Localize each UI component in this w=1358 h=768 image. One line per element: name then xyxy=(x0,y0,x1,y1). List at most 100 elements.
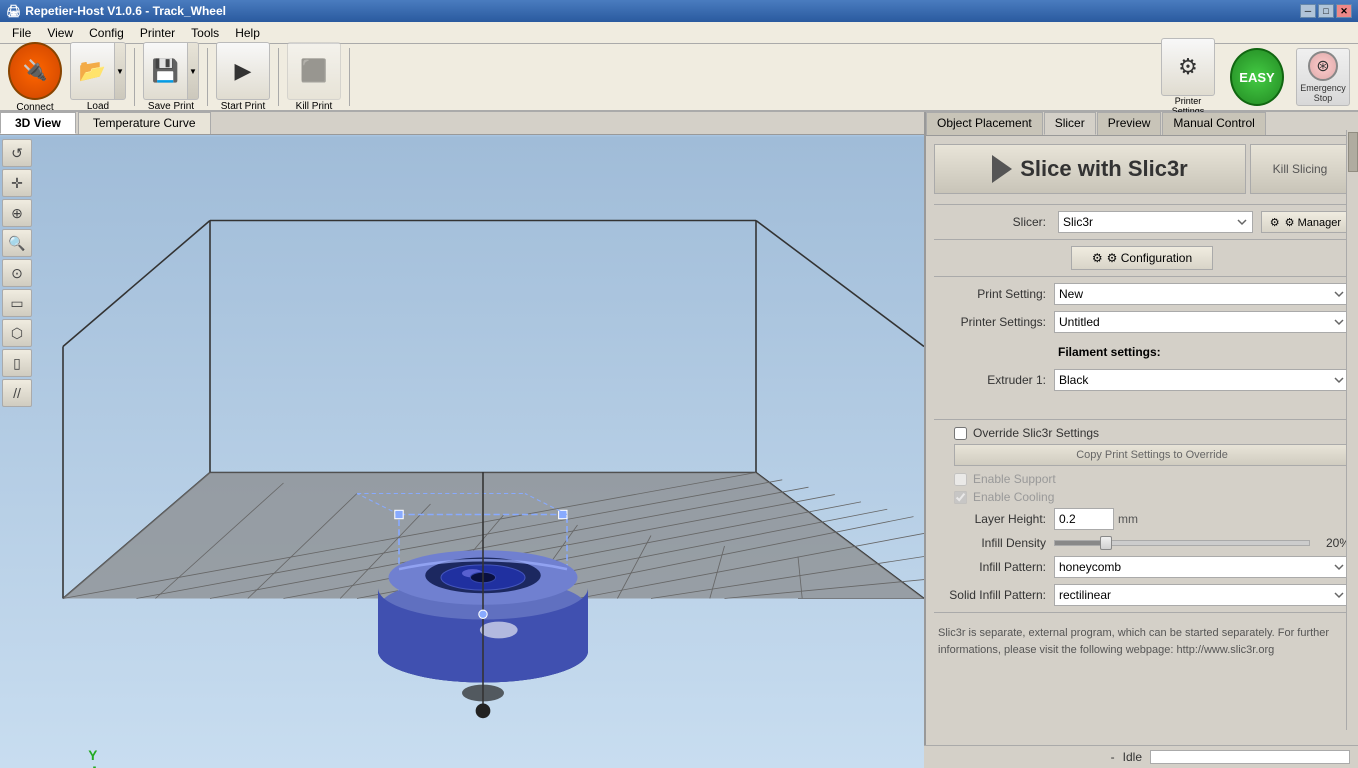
extruder1-select[interactable]: Black xyxy=(1054,369,1350,391)
spacer-1 xyxy=(934,397,1350,413)
slicer-row: Slicer: Slic3r ⚙ ⚙ Manager xyxy=(934,211,1350,233)
divider-1 xyxy=(934,204,1350,205)
enable-cooling-row: Enable Cooling xyxy=(934,490,1350,504)
divider-2 xyxy=(934,239,1350,240)
layer-height-label: Layer Height: xyxy=(934,512,1054,526)
viewport[interactable]: X Y Z xyxy=(0,135,924,768)
solid-infill-select[interactable]: rectilinear concentric xyxy=(1054,584,1350,606)
right-tabs: Object Placement Slicer Preview Manual C… xyxy=(926,112,1358,136)
connect-icon: 🔌 xyxy=(23,58,48,83)
slice-button-area: Slice with Slic3r Kill Slicing xyxy=(934,144,1350,194)
slicer-select[interactable]: Slic3r xyxy=(1058,211,1253,233)
tab-object-placement[interactable]: Object Placement xyxy=(926,112,1043,135)
close-button[interactable]: ✕ xyxy=(1336,4,1352,18)
tab-3d-view[interactable]: 3D View xyxy=(0,112,76,134)
connect-button[interactable]: 🔌 xyxy=(8,42,62,100)
printer-settings-button[interactable]: ⚙ xyxy=(1161,38,1215,96)
print-setting-row: Print Setting: New xyxy=(934,283,1350,305)
slicer-label: Slicer: xyxy=(934,215,1054,229)
load-group: 📂 ▼ Load xyxy=(70,48,135,106)
emergency-stop-button[interactable]: ⊛ Emergency Stop xyxy=(1296,48,1350,106)
enable-support-label[interactable]: Enable Support xyxy=(973,472,1056,486)
start-group: ▶ Start Print xyxy=(216,48,279,106)
status-right-text: Idle xyxy=(1123,750,1142,764)
reset-view-button[interactable]: ↺ xyxy=(2,139,32,167)
infill-density-slider[interactable] xyxy=(1054,540,1310,546)
configuration-button[interactable]: ⚙ ⚙ Configuration xyxy=(1071,246,1213,270)
gear-icon: ⚙ xyxy=(1270,216,1280,229)
view-tabs: 3D View Temperature Curve xyxy=(0,112,924,135)
infill-pattern-select[interactable]: honeycomb rectilinear concentric xyxy=(1054,556,1350,578)
rotate-tool-button[interactable]: ⊕ xyxy=(2,199,32,227)
window-title: Repetier-Host V1.0.6 - Track_Wheel xyxy=(25,4,226,18)
infill-density-label: Infill Density xyxy=(934,536,1054,550)
move-tool-button[interactable]: ✛ xyxy=(2,169,32,197)
solid-infill-row: Solid Infill Pattern: rectilinear concen… xyxy=(934,584,1350,606)
override-label[interactable]: Override Slic3r Settings xyxy=(973,426,1099,440)
manager-button[interactable]: ⚙ ⚙ Manager xyxy=(1261,211,1350,233)
grid-button[interactable]: // xyxy=(2,379,32,407)
easy-mode-button[interactable]: EASY xyxy=(1230,48,1284,106)
progress-bar-container xyxy=(1150,750,1350,764)
start-print-button[interactable]: ▶ xyxy=(216,42,270,100)
override-checkbox[interactable] xyxy=(954,427,967,440)
load-button[interactable]: 📂 xyxy=(70,42,114,100)
kill-icon: ⬛ xyxy=(300,58,327,84)
tab-manual-control[interactable]: Manual Control xyxy=(1162,112,1265,135)
zoom-in-button[interactable]: 🔍 xyxy=(2,229,32,257)
menu-file[interactable]: File xyxy=(4,24,39,42)
connect-label: Connect xyxy=(16,102,53,113)
save-split: 💾 ▼ xyxy=(143,42,199,100)
extruder1-row: Extruder 1: Black xyxy=(934,369,1350,391)
copy-settings-button[interactable]: Copy Print Settings to Override xyxy=(954,444,1350,466)
maximize-button[interactable]: □ xyxy=(1318,4,1334,18)
scrollbar-thumb[interactable] xyxy=(1348,132,1358,172)
tab-preview[interactable]: Preview xyxy=(1097,112,1162,135)
tab-slicer[interactable]: Slicer xyxy=(1044,112,1096,135)
printer-settings-row: Printer Settings: Untitled xyxy=(934,311,1350,333)
view-3d-button[interactable]: ⬡ xyxy=(2,319,32,347)
load-split: 📂 ▼ xyxy=(70,42,126,100)
zoom-fit-button[interactable]: ⊙ xyxy=(2,259,32,287)
load-dropdown[interactable]: ▼ xyxy=(114,42,126,100)
menu-view[interactable]: View xyxy=(39,24,81,42)
slicer-content: Slice with Slic3r Kill Slicing Slicer: S… xyxy=(926,136,1358,745)
menu-help[interactable]: Help xyxy=(227,24,268,42)
menu-printer[interactable]: Printer xyxy=(132,24,183,42)
enable-support-row: Enable Support xyxy=(934,472,1350,486)
extruder1-label: Extruder 1: xyxy=(934,373,1054,387)
printer-settings-select[interactable]: Untitled xyxy=(1054,311,1350,333)
svg-text:Y: Y xyxy=(88,748,97,763)
layer-height-unit: mm xyxy=(1118,512,1138,526)
slice-button[interactable]: Slice with Slic3r xyxy=(934,144,1246,194)
right-panel: Object Placement Slicer Preview Manual C… xyxy=(926,112,1358,745)
infill-density-row: Infill Density 20% xyxy=(934,536,1350,550)
tab-temperature-curve[interactable]: Temperature Curve xyxy=(78,112,211,134)
layer-height-input[interactable] xyxy=(1054,508,1114,530)
enable-cooling-label[interactable]: Enable Cooling xyxy=(973,490,1054,504)
kill-slicing-button[interactable]: Kill Slicing xyxy=(1250,144,1350,194)
print-setting-select[interactable]: New xyxy=(1054,283,1350,305)
menu-tools[interactable]: Tools xyxy=(183,24,227,42)
divider-5 xyxy=(934,612,1350,613)
save-dropdown[interactable]: ▼ xyxy=(187,42,199,100)
slider-thumb[interactable] xyxy=(1100,536,1112,550)
filament-header-row: Filament settings: xyxy=(934,339,1350,363)
divider-3 xyxy=(934,276,1350,277)
save-print-button[interactable]: 💾 xyxy=(143,42,187,100)
status-center: - xyxy=(1111,750,1115,764)
kill-print-label: Kill Print xyxy=(296,101,333,112)
kill-print-button[interactable]: ⬛ xyxy=(287,42,341,100)
enable-support-checkbox[interactable] xyxy=(954,473,967,486)
play-icon xyxy=(992,155,1012,183)
printer-settings-icon: ⚙ xyxy=(1178,54,1198,80)
enable-cooling-checkbox[interactable] xyxy=(954,491,967,504)
menu-config[interactable]: Config xyxy=(81,24,132,42)
minimize-button[interactable]: ─ xyxy=(1300,4,1316,18)
configuration-label: ⚙ Configuration xyxy=(1107,251,1192,265)
view-2d-button[interactable]: ▭ xyxy=(2,289,32,317)
scrollbar[interactable] xyxy=(1346,130,1358,730)
save-icon: 💾 xyxy=(152,58,179,84)
view-front-button[interactable]: ▯ xyxy=(2,349,32,377)
easy-mode-label: EASY xyxy=(1239,70,1274,85)
